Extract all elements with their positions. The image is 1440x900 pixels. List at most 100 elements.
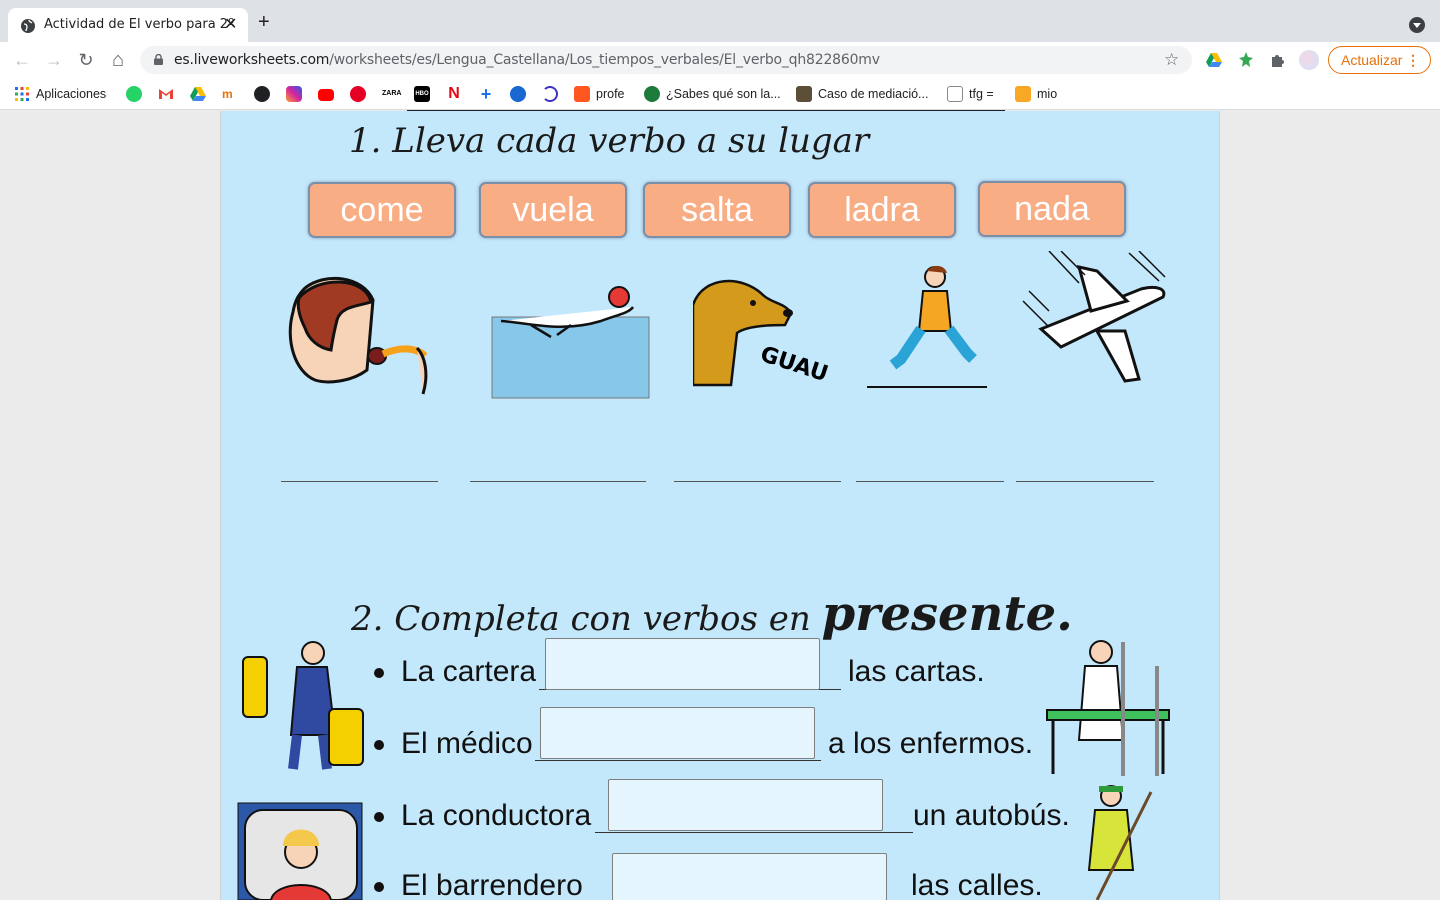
sentence-2-answer-input[interactable] [540,707,815,759]
bookmark-netflix[interactable]: N [446,85,462,103]
sentence-3-underline [595,832,913,833]
bookmark-drive[interactable] [190,85,206,103]
sentence-3-answer-input[interactable] [608,779,883,831]
address-bar[interactable]: es.liveworksheets.com/worksheets/es/Leng… [140,46,1192,74]
bookmark-youtube[interactable] [318,85,334,103]
answer-line-3 [674,481,841,482]
extensions-puzzle-icon[interactable] [1269,51,1287,69]
tab-search-icon[interactable] [1409,17,1425,33]
browser-tab[interactable]: Actividad de El verbo para 2º ✕ [8,8,248,42]
update-button[interactable]: Actualizar ⋮ [1328,46,1431,74]
globe-icon [21,19,35,33]
bookmark-sabes[interactable]: ¿Sabes qué son la... [644,85,781,103]
verb-salta-button[interactable]: salta [643,182,791,238]
airplane-image [1022,251,1166,383]
bookmark-label: tfg = [969,87,994,101]
browser-toolbar: ← → ↻ ⌂ es.liveworksheets.com/worksheets… [0,42,1440,78]
whatsapp-icon [126,86,142,102]
swimmer-image [491,286,650,399]
verb-vuela-button[interactable]: vuela [479,182,627,238]
bookmark-zara[interactable]: ZARA [382,85,402,103]
bullet [374,812,384,822]
sentence-2-underline [535,760,821,761]
street-sweeper-image [1087,785,1153,900]
bookmark-disney[interactable] [542,85,558,103]
tab-strip: Actividad de El verbo para 2º ✕ + [0,0,1440,42]
zara-icon: ZARA [382,90,402,97]
bookmarks-bar: Aplicaciones m ZARA HBO N + profe ¿Sabes… [0,78,1440,110]
bookmark-profe[interactable]: profe [574,85,625,103]
sentence-4-answer-input[interactable] [612,853,887,900]
reload-button[interactable]: ↻ [74,48,98,72]
book-icon [796,86,812,102]
youtube-icon [318,89,334,101]
bookmark-label: profe [596,87,625,101]
bookmark-play[interactable] [510,85,526,103]
plus-icon: + [480,84,492,104]
exercise-2-prefix: 2. Completa con verbos en [351,599,811,639]
boy-eating-image [288,276,428,395]
verb-come-button[interactable]: come [308,182,456,238]
disney-icon [542,86,558,102]
bookmark-mio[interactable]: mio [1015,85,1057,103]
forward-button[interactable]: → [42,48,66,72]
pinterest-icon [350,86,366,102]
bookmark-plus[interactable]: + [478,85,494,103]
postwoman-image [242,641,364,770]
bookmark-compass[interactable] [254,85,270,103]
url-host: es.liveworksheets.com [174,52,330,68]
bookmark-whatsapp[interactable] [126,85,142,103]
bookmark-caso[interactable]: Caso de mediació... [796,85,928,103]
play-icon [510,86,526,102]
url-path: /worksheets/es/Lengua_Castellana/Los_tie… [329,52,880,68]
drive-icon [190,87,206,101]
profile-avatar[interactable] [1299,50,1319,70]
blogger-icon [574,86,590,102]
back-button[interactable]: ← [10,48,34,72]
exercise-1-title: 1. Lleva cada verbo a su lugar [349,121,870,161]
sentence-4-start: El barrendero [401,869,583,900]
sentence-4-end: las calles. [911,869,1043,900]
close-tab-icon[interactable]: ✕ [224,17,237,33]
new-tab-button[interactable]: + [258,12,270,32]
dog-barking-image: GUAU [693,279,831,387]
mtm-icon: m [222,87,233,101]
bookmark-instagram[interactable] [286,85,302,103]
bookmark-mtm[interactable]: m [222,85,238,103]
verb-ladra-button[interactable]: ladra [808,182,956,238]
bookmark-star-icon[interactable]: ☆ [1164,50,1179,70]
girl-jumping-image [867,265,987,388]
answer-line-5 [1016,481,1154,482]
apps-grid-icon [15,87,29,101]
home-button[interactable]: ⌂ [106,48,130,72]
sentence-1-end: las cartas. [848,655,985,688]
doctor-image [1046,640,1170,776]
doc-icon [947,86,963,102]
bookmark-label: Caso de mediació... [818,87,929,101]
bullet [374,882,384,892]
sentence-1-answer-input[interactable] [545,638,820,690]
url-text: es.liveworksheets.com/worksheets/es/Leng… [174,52,880,68]
menu-dots-icon: ⋮ [1406,52,1420,68]
sentence-1-start: La cartera [401,655,537,688]
exercise-2-emphasis: presente. [821,586,1073,642]
update-label: Actualizar [1341,52,1403,68]
bookmark-hbo[interactable]: HBO [414,85,430,103]
sentence-3-end: un autobús. [913,799,1070,832]
verb-nada-button[interactable]: nada [978,181,1126,237]
answer-line-4 [856,481,1004,482]
bookmark-label: Aplicaciones [36,87,107,101]
drive-extension-icon[interactable] [1205,51,1223,69]
sentence-2-end: a los enfermos. [828,727,1034,760]
puzzle-green-extension-icon[interactable] [1237,51,1255,69]
bookmark-pinterest[interactable] [350,85,366,103]
exercise-2-title: 2. Completa con verbos en presente. [351,586,1073,642]
guau-label: GUAU [757,342,831,387]
bookmark-gmail[interactable] [158,85,174,103]
answer-line-2 [470,481,646,482]
bookmark-apps[interactable]: Aplicaciones [14,85,106,103]
sentence-3-start: La conductora [401,799,592,832]
bookmark-tfg[interactable]: tfg = [947,85,994,103]
gmail-icon [159,89,173,99]
globe-icon [644,86,660,102]
